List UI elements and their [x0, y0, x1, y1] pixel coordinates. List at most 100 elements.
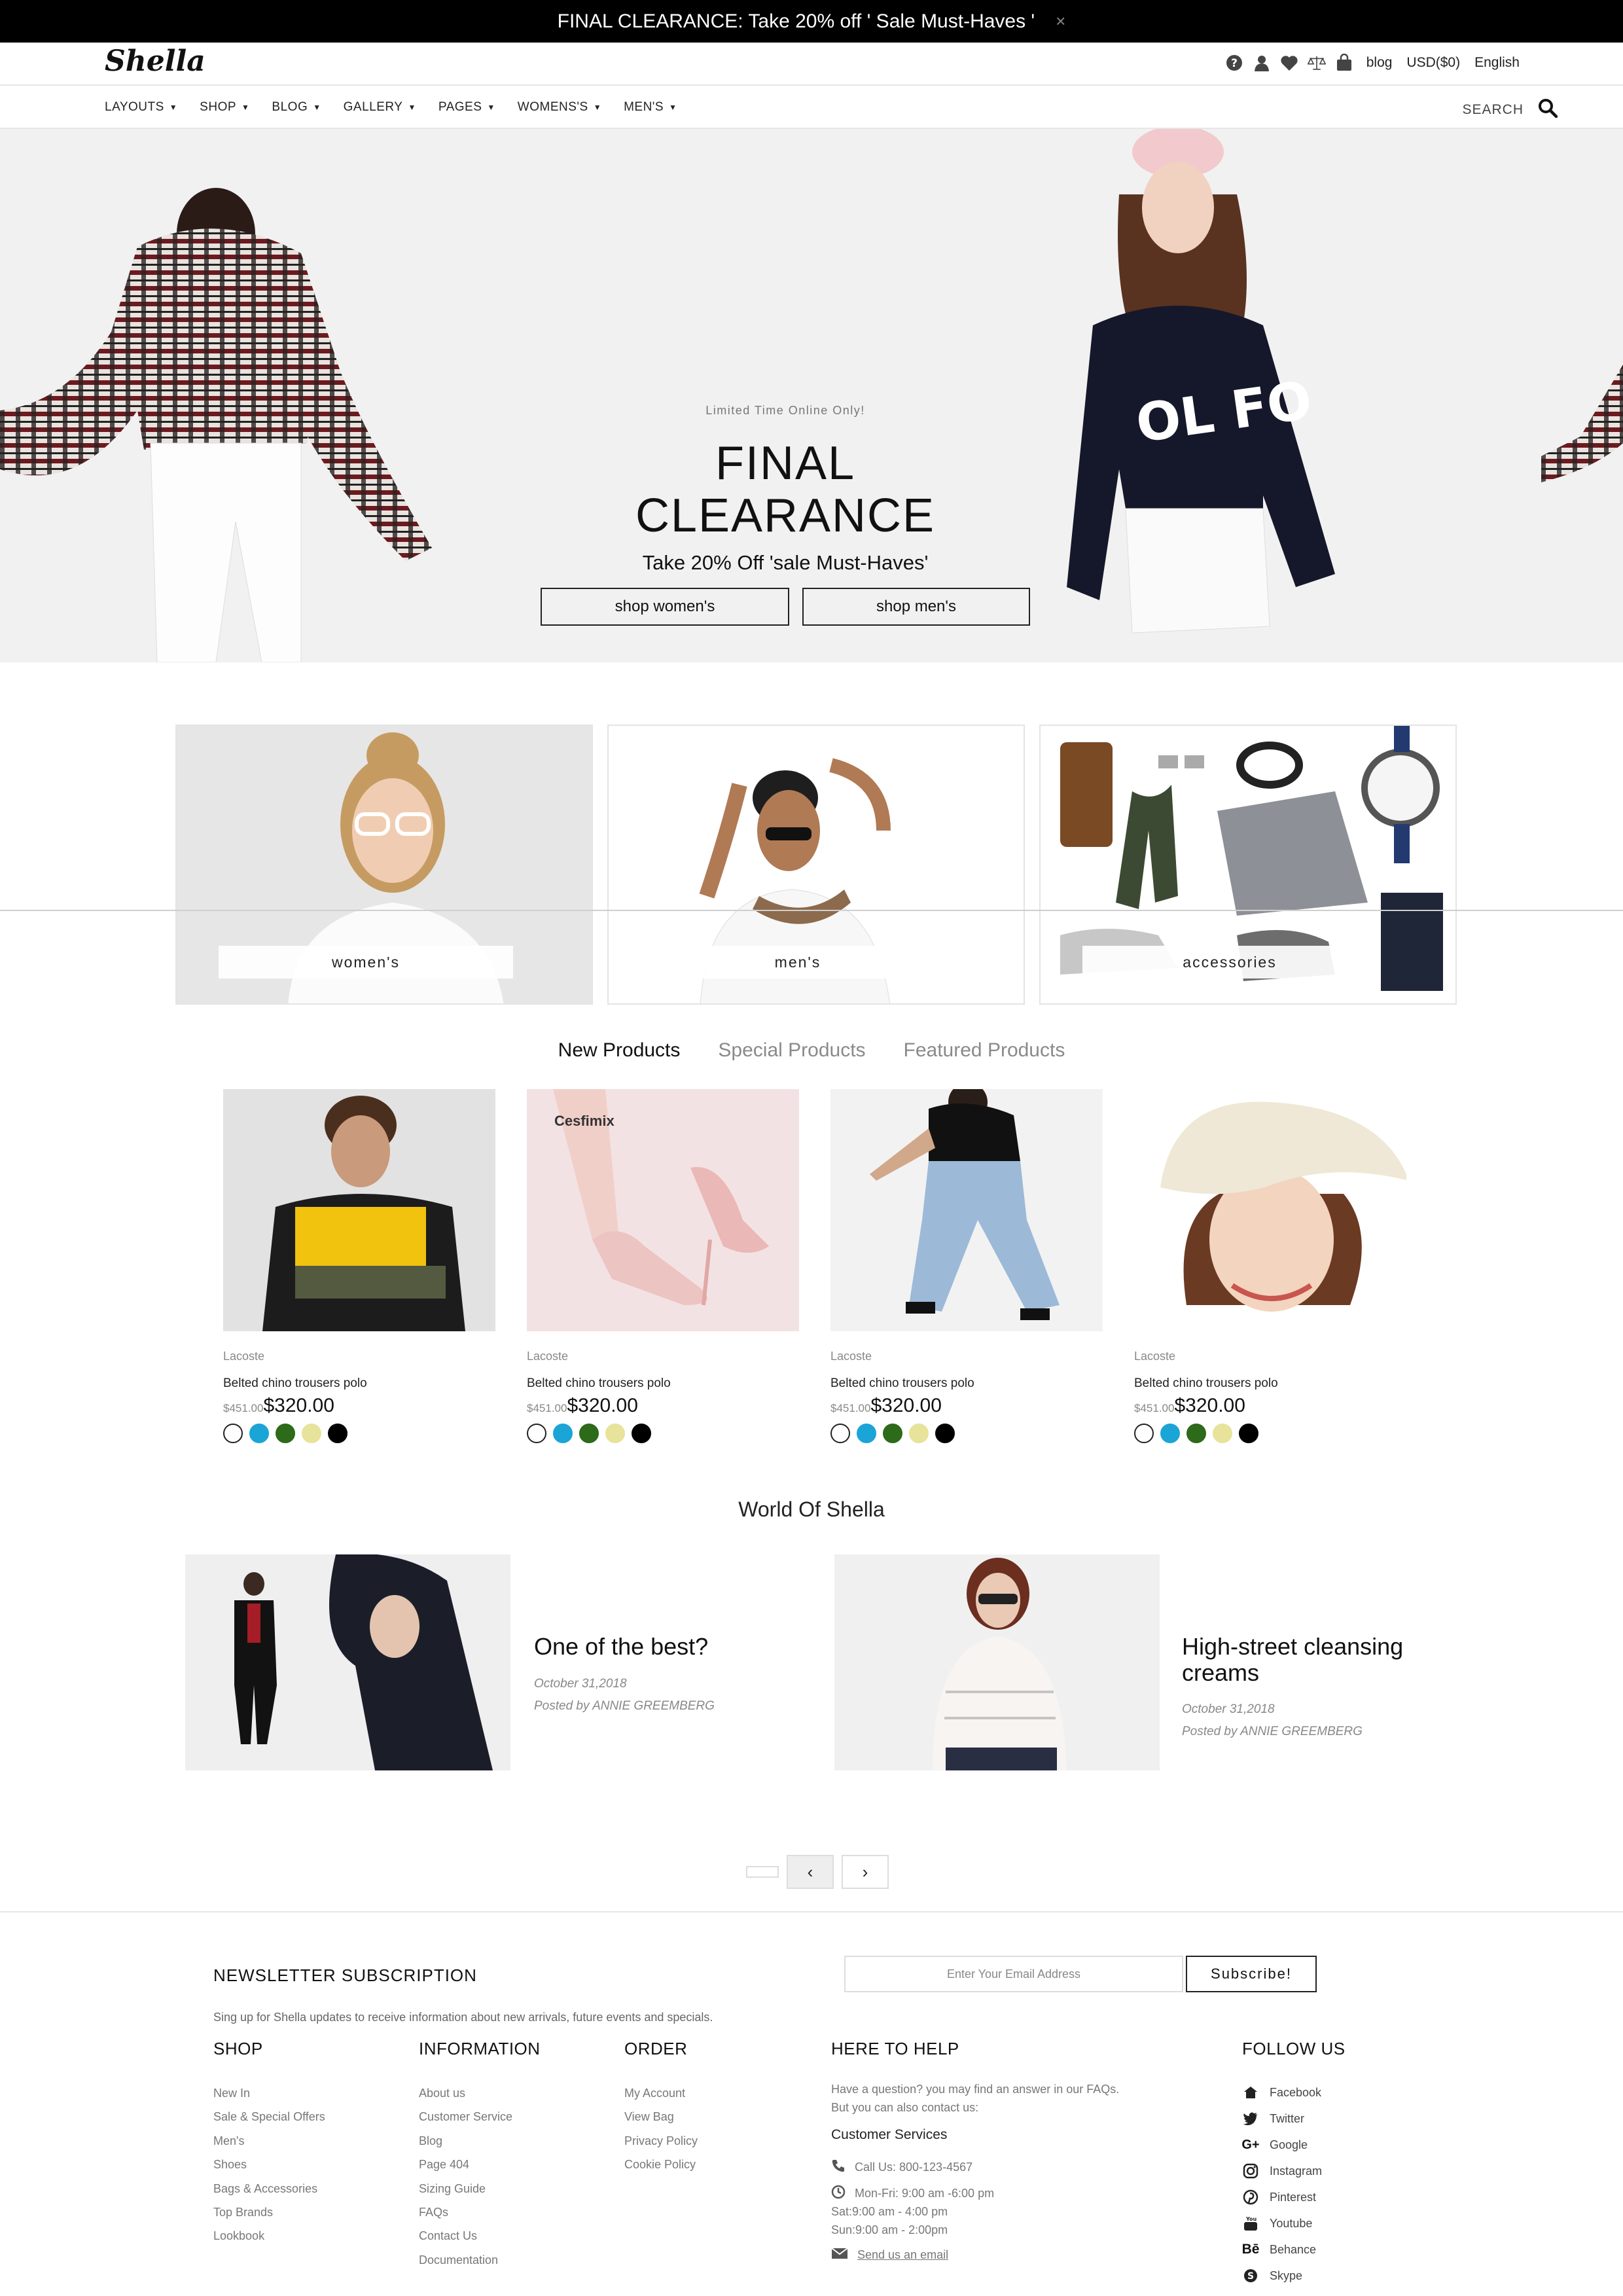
product-card[interactable]: Cesfimix Lacoste Belted chino trousers p…: [527, 1089, 799, 1443]
nav-item-pages[interactable]: PAGES ▼: [438, 100, 495, 115]
nav-item-layouts[interactable]: LAYOUTS ▼: [105, 100, 177, 115]
footer-link[interactable]: Cookie Policy: [624, 2153, 698, 2176]
swatch[interactable]: [249, 1424, 269, 1443]
heart-icon[interactable]: [1280, 54, 1298, 72]
product-image[interactable]: [223, 1089, 495, 1331]
swatch[interactable]: [302, 1424, 321, 1443]
product-name[interactable]: Belted chino trousers polo: [527, 1376, 799, 1391]
next-button[interactable]: ›: [842, 1855, 889, 1889]
swatch[interactable]: [857, 1424, 876, 1443]
nav-item-shop[interactable]: SHOP ▼: [200, 100, 249, 115]
swatch[interactable]: [632, 1424, 651, 1443]
social-pinterest[interactable]: Pinterest: [1242, 2189, 1316, 2206]
search-icon[interactable]: [1538, 98, 1558, 122]
post-title[interactable]: High-street cleansing creams: [1182, 1634, 1457, 1686]
footer-link[interactable]: FAQs: [419, 2200, 512, 2224]
close-icon[interactable]: ×: [1056, 11, 1065, 31]
footer-link[interactable]: Sale & Special Offers: [213, 2105, 325, 2128]
post-title[interactable]: One of the best?: [534, 1634, 708, 1660]
language-selector[interactable]: English: [1474, 55, 1520, 71]
swatch[interactable]: [883, 1424, 902, 1443]
social-skype[interactable]: S Skype: [1242, 2267, 1302, 2284]
pager-dot[interactable]: [746, 1866, 779, 1878]
footer-link[interactable]: About us: [419, 2081, 512, 2105]
currency-selector[interactable]: USD($0): [1406, 55, 1460, 71]
blog-link[interactable]: blog: [1366, 55, 1393, 71]
social-instagram[interactable]: Instagram: [1242, 2162, 1322, 2179]
category-card-men[interactable]: men's: [607, 725, 1025, 1005]
swatch[interactable]: [1239, 1424, 1258, 1443]
post-image[interactable]: [185, 1554, 510, 1770]
search-trigger[interactable]: SEARCH: [1462, 98, 1558, 122]
swatch[interactable]: [579, 1424, 599, 1443]
swatch[interactable]: [1186, 1424, 1206, 1443]
swatch[interactable]: [276, 1424, 295, 1443]
nav-item-blog[interactable]: BLOG ▼: [272, 100, 321, 115]
newsletter-email-input[interactable]: Enter Your Email Address: [844, 1956, 1183, 1992]
footer-link[interactable]: Top Brands: [213, 2200, 325, 2224]
email-link[interactable]: Send us an email: [857, 2248, 948, 2262]
nav-item-gallery[interactable]: GALLERY ▼: [344, 100, 416, 115]
prev-button[interactable]: ‹: [787, 1855, 834, 1889]
category-card-accessories[interactable]: accessories: [1039, 725, 1457, 1005]
tab-special-products[interactable]: Special Products: [718, 1039, 865, 1062]
footer-link[interactable]: Privacy Policy: [624, 2129, 698, 2153]
swatch[interactable]: [527, 1424, 546, 1443]
footer-link[interactable]: Contact Us: [419, 2224, 512, 2248]
shop-men-button[interactable]: shop men's: [802, 588, 1030, 626]
swatch[interactable]: [1160, 1424, 1180, 1443]
footer-link[interactable]: Sizing Guide: [419, 2177, 512, 2200]
nav-item-mens[interactable]: MEN'S ▼: [624, 100, 677, 115]
swatch[interactable]: [328, 1424, 348, 1443]
subscribe-button[interactable]: Subscribe!: [1186, 1956, 1317, 1992]
swatch[interactable]: [830, 1424, 850, 1443]
user-icon[interactable]: [1253, 54, 1271, 72]
social-facebook[interactable]: Facebook: [1242, 2084, 1321, 2101]
caret-down-icon: ▼: [669, 103, 677, 112]
nav-item-womens[interactable]: WOMENS'S ▼: [518, 100, 601, 115]
footer-link[interactable]: View Bag: [624, 2105, 698, 2128]
product-image[interactable]: [1134, 1089, 1406, 1331]
bag-icon[interactable]: [1335, 54, 1353, 72]
swatch[interactable]: [223, 1424, 243, 1443]
footer-link[interactable]: New In: [213, 2081, 325, 2105]
product-image[interactable]: [830, 1089, 1103, 1331]
social-google[interactable]: G+ Google: [1241, 2136, 1308, 2153]
product-image[interactable]: Cesfimix: [527, 1089, 799, 1331]
product-card[interactable]: Lacoste Belted chino trousers polo $451.…: [1134, 1089, 1406, 1443]
caret-down-icon: ▼: [408, 103, 416, 112]
announcement-text: FINAL CLEARANCE: Take 20% off ' Sale Mus…: [557, 10, 1035, 32]
swatch[interactable]: [1213, 1424, 1232, 1443]
footer-link[interactable]: Shoes: [213, 2153, 325, 2176]
post-image[interactable]: [834, 1554, 1160, 1770]
swatch[interactable]: [1134, 1424, 1154, 1443]
product-name[interactable]: Belted chino trousers polo: [830, 1376, 1103, 1391]
swatch[interactable]: [909, 1424, 929, 1443]
product-card[interactable]: Lacoste Belted chino trousers polo $451.…: [223, 1089, 495, 1443]
footer-link[interactable]: Lookbook: [213, 2224, 325, 2248]
swatch[interactable]: [935, 1424, 955, 1443]
tab-featured-products[interactable]: Featured Products: [904, 1039, 1065, 1062]
footer-link[interactable]: My Account: [624, 2081, 698, 2105]
shop-women-button[interactable]: shop women's: [541, 588, 789, 626]
footer-link[interactable]: Customer Service: [419, 2105, 512, 2128]
category-card-women[interactable]: women's: [175, 725, 593, 1005]
footer-link[interactable]: Blog: [419, 2129, 512, 2153]
product-name[interactable]: Belted chino trousers polo: [1134, 1376, 1406, 1391]
product-card[interactable]: Lacoste Belted chino trousers polo $451.…: [830, 1089, 1103, 1443]
help-icon[interactable]: ?: [1225, 54, 1243, 72]
tab-new-products[interactable]: New Products: [558, 1039, 681, 1062]
footer-link[interactable]: Men's: [213, 2129, 325, 2153]
footer-link[interactable]: Page 404: [419, 2153, 512, 2176]
swatch[interactable]: [605, 1424, 625, 1443]
social-twitter[interactable]: Twitter: [1242, 2110, 1304, 2127]
social-behance[interactable]: Bē Behance: [1242, 2241, 1316, 2258]
swatch[interactable]: [553, 1424, 573, 1443]
phone-text[interactable]: Call Us: 800-123-4567: [855, 2161, 972, 2174]
logo[interactable]: Shella: [105, 45, 205, 78]
footer-link[interactable]: Documentation: [419, 2248, 512, 2272]
product-name[interactable]: Belted chino trousers polo: [223, 1376, 495, 1391]
compare-icon[interactable]: [1307, 54, 1326, 72]
social-youtube[interactable]: You Youtube: [1242, 2215, 1312, 2232]
footer-link[interactable]: Bags & Accessories: [213, 2177, 325, 2200]
